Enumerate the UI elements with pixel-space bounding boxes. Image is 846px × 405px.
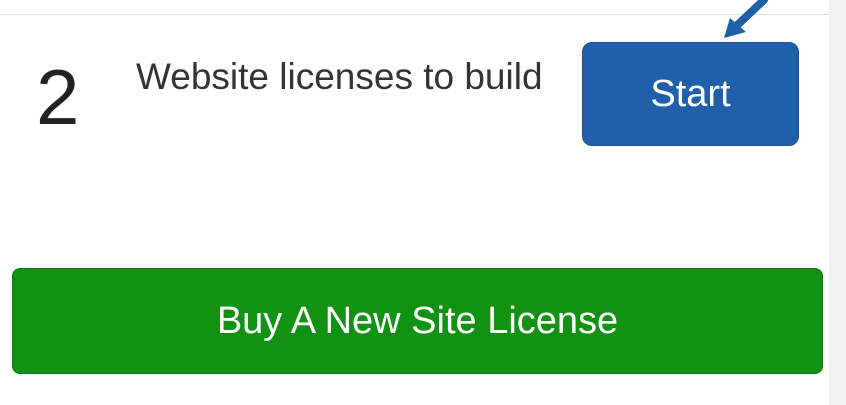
license-count: 2 (36, 53, 80, 141)
pointer-arrow-icon (724, 0, 768, 38)
buy-site-license-button[interactable]: Buy A New Site License (12, 268, 823, 374)
license-description: Website licenses to build (136, 56, 543, 97)
start-button[interactable]: Start (582, 42, 799, 146)
top-divider (0, 14, 829, 15)
right-edge-panel (829, 0, 846, 405)
